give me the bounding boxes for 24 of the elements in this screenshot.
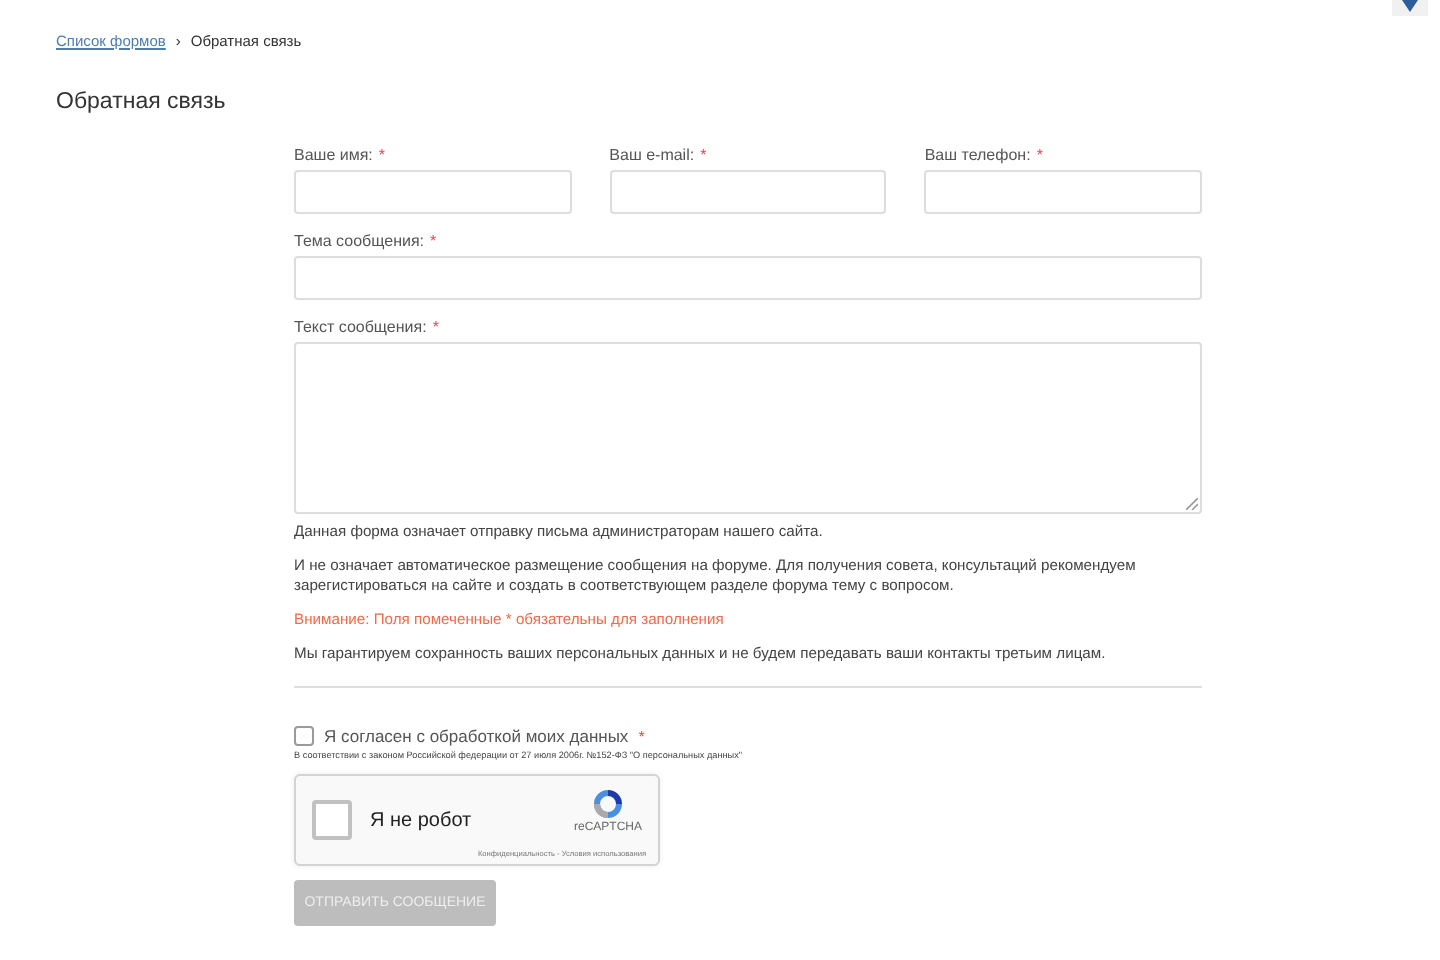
input-field[interactable] (609, 170, 887, 214)
field-label: Ваш телефон: (924, 146, 1031, 164)
required-mark: * (638, 727, 645, 745)
recaptcha-logo-icon (589, 788, 626, 820)
captcha-checkbox[interactable] (312, 800, 352, 840)
input-field[interactable] (924, 170, 1202, 214)
input-field[interactable] (294, 256, 1202, 300)
required-mark: * (430, 232, 437, 250)
required-mark: * (1036, 146, 1043, 164)
captcha-label: Я не робот (370, 809, 472, 831)
field-label: Текст сообщения: (294, 318, 427, 336)
message-textarea[interactable] (294, 342, 1202, 514)
field-label: Ваше имя: (294, 146, 373, 164)
required-mark: * (378, 146, 386, 164)
consent-label: Я согласен с обработкой моих данных (324, 726, 629, 746)
field-label: Ваш e-mail: (609, 146, 695, 164)
resize-grip-icon[interactable] (1186, 498, 1198, 510)
page-title: Обратная связь (56, 90, 228, 114)
required-mark: * (432, 318, 439, 336)
corner-icon[interactable] (1392, 0, 1428, 16)
input-field[interactable] (294, 170, 572, 214)
consent-checkbox[interactable] (294, 726, 314, 746)
field-label: Тема сообщения: (294, 232, 425, 250)
required-mark: * (700, 146, 707, 164)
